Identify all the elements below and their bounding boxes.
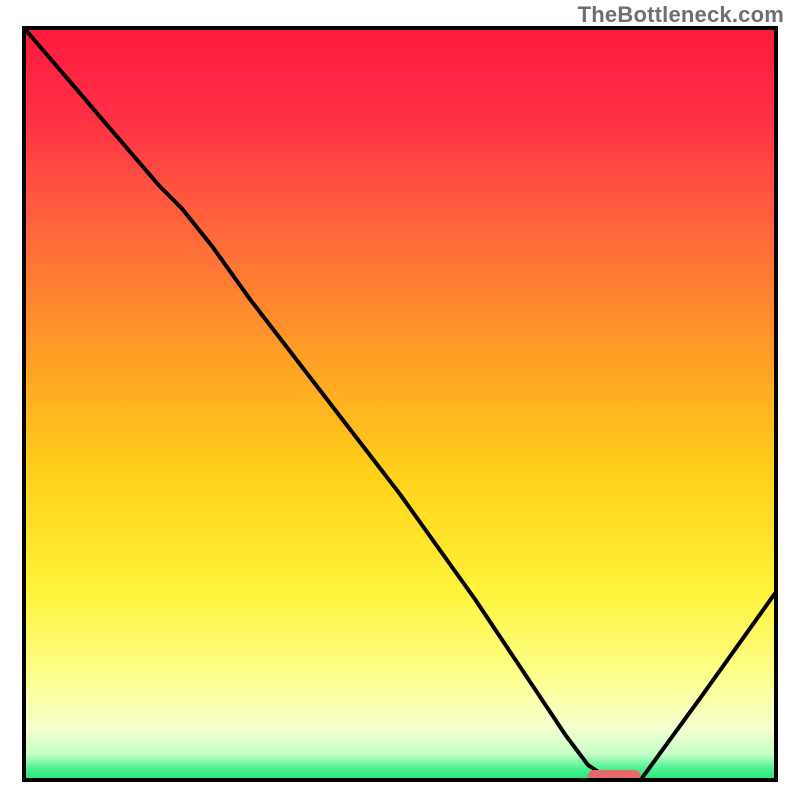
chart-container: TheBottleneck.com <box>0 0 800 800</box>
plot-gradient <box>24 28 776 780</box>
bottleneck-chart <box>0 0 800 800</box>
